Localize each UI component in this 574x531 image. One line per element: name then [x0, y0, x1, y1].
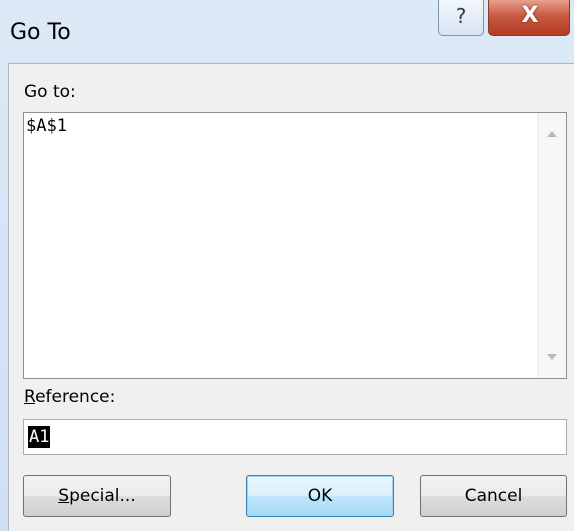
go-to-label: Go to: — [24, 82, 76, 102]
special-button-label: pecial... — [69, 486, 136, 506]
dialog-body: Go to: $A$1 Reference: A1 Special... OK … — [8, 63, 574, 531]
special-button[interactable]: Special... — [23, 475, 171, 517]
reference-input-value: A1 — [28, 426, 51, 448]
close-icon: X — [521, 3, 539, 28]
list-item[interactable]: $A$1 — [26, 116, 67, 136]
cancel-button[interactable]: Cancel — [420, 475, 567, 517]
reference-label-accesskey: R — [24, 387, 36, 407]
dialog-title: Go To — [10, 20, 71, 45]
close-button[interactable]: X — [488, 0, 570, 36]
list-scrollbar[interactable] — [537, 113, 566, 378]
reference-input[interactable]: A1 — [23, 419, 567, 455]
go-to-list[interactable]: $A$1 — [23, 112, 567, 379]
ok-button[interactable]: OK — [246, 475, 394, 517]
go-to-dialog: Go To ? X Go to: $A$1 Reference: A1 Spec… — [0, 0, 574, 531]
reference-label: Reference: — [24, 387, 115, 407]
help-button[interactable]: ? — [438, 0, 484, 36]
scroll-down-arrow-icon[interactable] — [547, 354, 557, 360]
special-button-accesskey: S — [58, 486, 70, 506]
title-bar[interactable]: Go To ? X — [0, 0, 574, 62]
help-icon: ? — [455, 4, 467, 28]
scroll-up-arrow-icon[interactable] — [547, 131, 557, 137]
reference-label-text: eference: — [35, 387, 116, 407]
